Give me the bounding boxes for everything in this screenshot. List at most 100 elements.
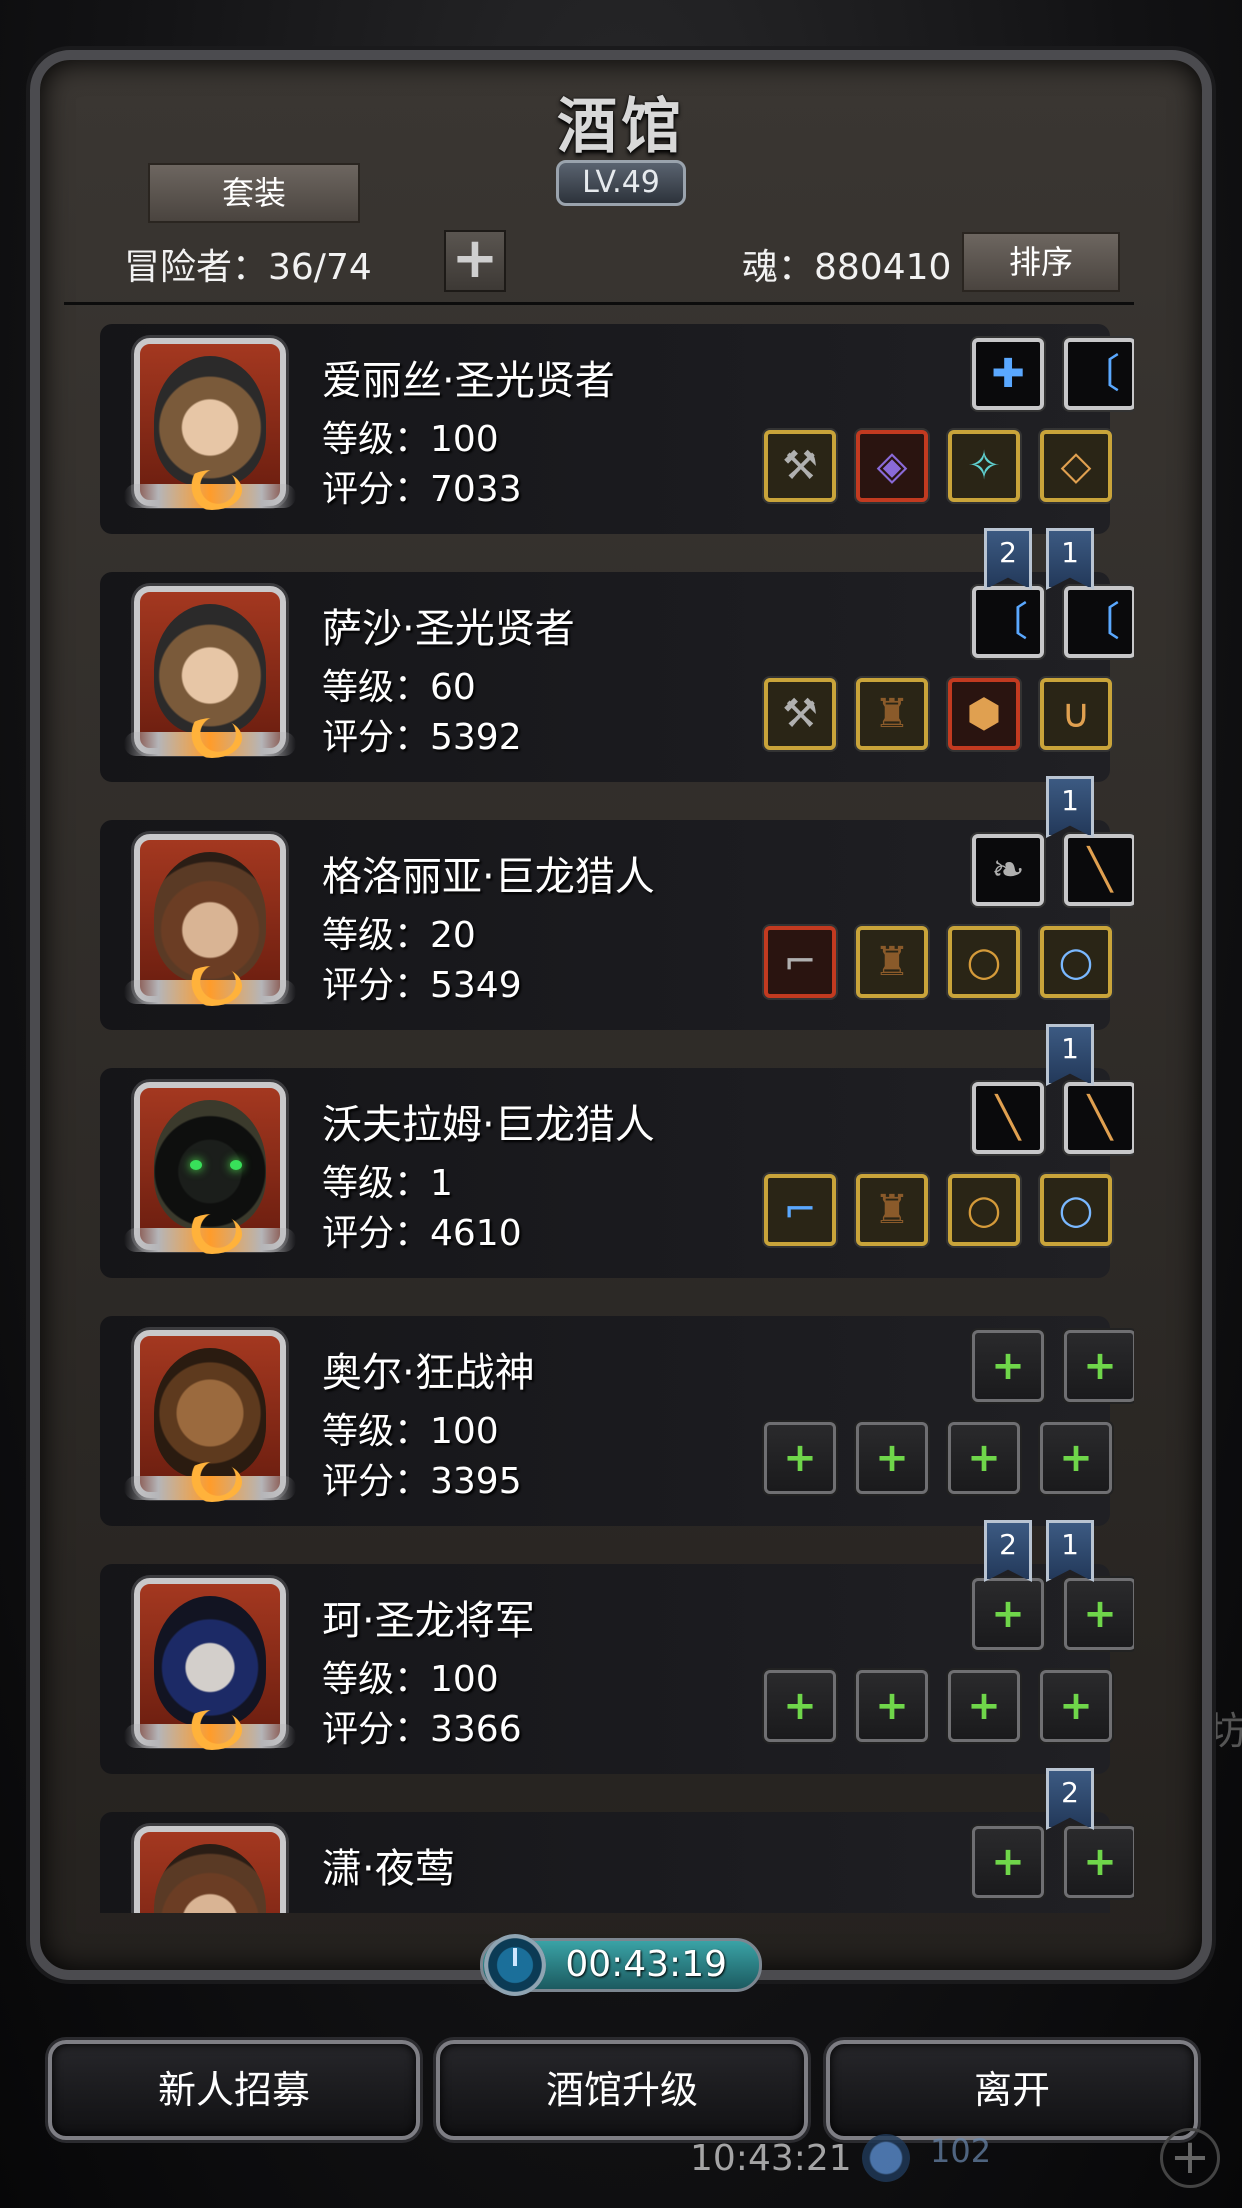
portrait-face xyxy=(154,852,266,982)
hero-card[interactable]: 萨沙·圣光贤者 等级：60 评分：5392 〔 〔 ⚒ ♜ ⬢ ∪ xyxy=(100,572,1134,782)
add-weapon-slot[interactable]: + xyxy=(972,1826,1044,1898)
upgrade-tavern-button[interactable]: 酒馆升级 xyxy=(436,2040,808,2140)
add-accessory-slot[interactable]: + xyxy=(948,1670,1020,1742)
hero-card[interactable]: 潇·夜莺 + + xyxy=(100,1812,1134,1913)
crescent-moon-icon xyxy=(182,470,242,510)
bow-slot[interactable]: 〔 xyxy=(972,586,1044,658)
pendant-icon: ✧ xyxy=(967,443,1001,489)
tablet-slot[interactable]: ◇ xyxy=(1040,430,1112,502)
sword-slot[interactable]: ╲ xyxy=(1064,1082,1134,1154)
add-weapon-icon: + xyxy=(783,1435,817,1481)
plus-icon[interactable]: + xyxy=(1160,2128,1220,2188)
add-armor-slot[interactable]: + xyxy=(856,1422,928,1494)
sword-slot[interactable]: ╲ xyxy=(972,1082,1044,1154)
hero-score: 评分：4610 xyxy=(322,1213,522,1254)
bow-icon: 〔 xyxy=(988,599,1028,645)
hero-list[interactable]: 爱丽丝·圣光贤者 等级：100 评分：7033 ✚ 〔 ⚒ ◈ ✧ ◇ 萨沙·圣光贤者 等级：60 评… xyxy=(64,318,1134,1913)
add-accessory-slot[interactable]: + xyxy=(948,1422,1020,1494)
cloak-slot[interactable]: ♜ xyxy=(856,678,928,750)
amulet-icon: ✚ xyxy=(991,351,1025,397)
feather-slot[interactable]: ❧ xyxy=(972,834,1044,906)
hero-level: 等级：60 xyxy=(322,667,476,708)
ring-slot[interactable]: ○ xyxy=(948,1174,1020,1246)
necklace-icon: ∪ xyxy=(1061,691,1091,737)
pistol-slot[interactable]: ⌐ xyxy=(764,926,836,998)
ring-icon: ○ xyxy=(1058,939,1094,985)
cloak-slot[interactable]: ♜ xyxy=(856,926,928,998)
hero-card[interactable]: 奥尔·狂战神 等级：100 评分：3395 + + + + + + xyxy=(100,1316,1134,1526)
recruit-button[interactable]: 新人招募 xyxy=(48,2040,420,2140)
cloak-slot[interactable]: ♜ xyxy=(856,1174,928,1246)
hero-name: 珂·圣龙将军 xyxy=(322,1598,535,1644)
hero-score: 评分：5392 xyxy=(322,717,522,758)
sort-button[interactable]: 排序 xyxy=(962,232,1120,292)
add-weapon-slot[interactable]: + xyxy=(972,1330,1044,1402)
add-weapon-slot[interactable]: + xyxy=(764,1422,836,1494)
pendant-slot[interactable]: ✧ xyxy=(948,430,1020,502)
hero-card[interactable]: 珂·圣龙将军等级：100 评分：3366 + + + + + + xyxy=(100,1564,1134,1774)
crescent-moon-icon xyxy=(182,718,242,758)
dice-icon: ⬢ xyxy=(966,691,1002,737)
hammer-slot[interactable]: ⚒ xyxy=(764,430,836,502)
leave-button[interactable]: 离开 xyxy=(826,2040,1198,2140)
add-weapon-slot[interactable]: + xyxy=(1064,1578,1134,1650)
bow-slot[interactable]: 〔 xyxy=(1064,338,1134,410)
portrait-face xyxy=(154,1348,266,1478)
add-accessory-slot[interactable]: + xyxy=(1040,1422,1112,1494)
bow-slot[interactable]: 〔 xyxy=(1064,586,1134,658)
ring-slot[interactable]: ○ xyxy=(1040,1174,1112,1246)
hero-level: 等级：100 xyxy=(322,1659,499,1700)
add-weapon-icon: + xyxy=(1083,1591,1117,1637)
background-count: 102 xyxy=(930,2132,992,2170)
feather-icon: ❧ xyxy=(991,847,1025,893)
hero-score: 评分：3395 xyxy=(322,1461,522,1502)
add-accessory-slot[interactable]: + xyxy=(1040,1670,1112,1742)
ring-icon: ○ xyxy=(1058,1187,1094,1233)
add-weapon-slot[interactable]: + xyxy=(1064,1330,1134,1402)
mace-slot[interactable]: ⚒ xyxy=(764,678,836,750)
add-slot-button[interactable]: + xyxy=(444,230,506,292)
hammer-icon: ⚒ xyxy=(782,443,818,489)
add-weapon-slot[interactable]: + xyxy=(972,1578,1044,1650)
add-armor-icon: + xyxy=(875,1683,909,1729)
armor-icon: ◈ xyxy=(876,443,908,489)
hero-card[interactable]: 沃夫拉姆·巨龙猎人等级：1 评分：4610 ╲ ╲ ⌐ ♜ ○ ○ xyxy=(100,1068,1134,1278)
hero-card[interactable]: 爱丽丝·圣光贤者 等级：100 评分：7033 ✚ 〔 ⚒ ◈ ✧ ◇ xyxy=(100,324,1134,534)
hero-name: 爱丽丝·圣光贤者 xyxy=(322,358,615,404)
add-weapon-icon: + xyxy=(991,1839,1025,1885)
clock-icon xyxy=(484,1934,546,1996)
pistol-icon: ⌐ xyxy=(783,1187,817,1233)
suit-button[interactable]: 套装 xyxy=(148,163,360,223)
pistol-slot[interactable]: ⌐ xyxy=(764,1174,836,1246)
hero-level: 等级：1 xyxy=(322,1163,453,1204)
add-weapon-icon: + xyxy=(1083,1839,1117,1885)
background-clock: 10:43:21 xyxy=(690,2138,852,2179)
ring-slot[interactable]: ○ xyxy=(948,926,1020,998)
ring-slot[interactable]: ○ xyxy=(1040,926,1112,998)
hero-score: 评分：3366 xyxy=(322,1709,522,1750)
bow-icon: 〔 xyxy=(1080,599,1120,645)
mace-icon: ⚒ xyxy=(782,691,818,737)
sword-icon: ╲ xyxy=(995,1095,1021,1141)
dice-slot[interactable]: ⬢ xyxy=(948,678,1020,750)
sword-slot[interactable]: ╲ xyxy=(1064,834,1134,906)
hero-name: 沃夫拉姆·巨龙猎人 xyxy=(322,1102,655,1148)
header-divider xyxy=(64,302,1134,305)
hero-name: 奥尔·狂战神 xyxy=(322,1350,535,1396)
tavern-level-badge: LV.49 xyxy=(556,160,686,206)
portrait-face xyxy=(154,1596,266,1726)
add-weapon-slot[interactable]: + xyxy=(764,1670,836,1742)
add-armor-slot[interactable]: + xyxy=(856,1670,928,1742)
armor-slot[interactable]: ◈ xyxy=(856,430,928,502)
necklace-slot[interactable]: ∪ xyxy=(1040,678,1112,750)
add-weapon-slot[interactable]: + xyxy=(1064,1826,1134,1898)
cloak-icon: ♜ xyxy=(874,1187,910,1233)
add-weapon-icon: + xyxy=(1083,1343,1117,1389)
add-accessory-icon: + xyxy=(1059,1435,1093,1481)
hero-card[interactable]: 格洛丽亚·巨龙猎人 等级：20 评分：5349 ❧ ╲ ⌐ ♜ ○ ○ xyxy=(100,820,1134,1030)
add-weapon-icon: + xyxy=(991,1591,1025,1637)
portrait-face xyxy=(154,604,266,734)
amulet-slot[interactable]: ✚ xyxy=(972,338,1044,410)
ring-icon: ○ xyxy=(966,939,1002,985)
tablet-icon: ◇ xyxy=(1060,443,1092,489)
